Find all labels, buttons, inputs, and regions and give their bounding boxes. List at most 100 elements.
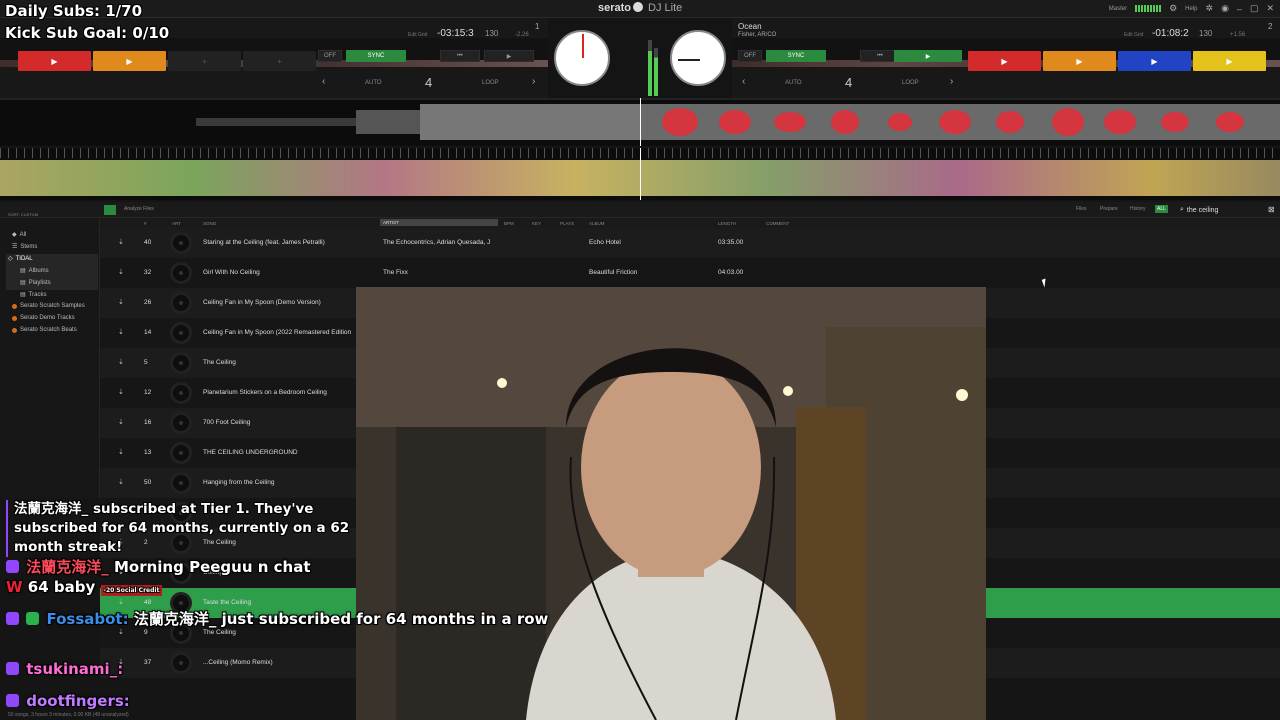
track-artist: The Echocentrics, Adrian Quesada, J	[383, 239, 491, 246]
list-view-button[interactable]	[104, 205, 116, 215]
search-input[interactable]: ⌕ the ceiling	[1180, 205, 1276, 215]
sort-label[interactable]: SORT: CUSTOM	[8, 212, 38, 217]
deck-right-off-button[interactable]: OFF	[738, 50, 762, 62]
chat-message: tsukinami_:	[6, 660, 123, 678]
col-key[interactable]: KEY	[532, 221, 541, 226]
sidebar-item-tidal[interactable]: ◇ TIDAL	[8, 255, 33, 263]
cue-pad-3[interactable]: ▶	[1118, 51, 1191, 71]
deck-left-bpm: 130	[485, 29, 499, 38]
track-number: 32	[144, 269, 152, 276]
table-row[interactable]: ⇣ 40 Staring at the Ceiling (feat. James P…	[100, 228, 1280, 258]
track-table-header: # ART SONG ARTIST BPM KEY PLAYS ALBUM LE…	[100, 218, 1280, 228]
col-plays[interactable]: PLAYS	[560, 221, 574, 226]
history-tab[interactable]: History	[1130, 206, 1146, 212]
col-bpm[interactable]: BPM	[504, 221, 514, 226]
analyze-files-button[interactable]: Analyze Files	[124, 206, 154, 212]
help-menu[interactable]: Help	[1185, 6, 1197, 12]
deck-left-waveform[interactable]	[0, 98, 1280, 146]
track-song: The Ceiling	[203, 359, 236, 366]
cue-pad-2[interactable]: ▶	[1043, 51, 1116, 71]
cue-pad-3[interactable]: +	[168, 51, 241, 71]
deck-right-waveform[interactable]	[0, 148, 1280, 200]
deck-right-time: -01:08:2	[1152, 28, 1189, 39]
clear-search-icon[interactable]: ⊠	[1268, 205, 1275, 214]
deck-left-loop-next[interactable]: ›	[532, 76, 535, 87]
deck-right-platter[interactable]	[670, 30, 726, 86]
cue-pad-1[interactable]: ▶	[18, 51, 91, 71]
master-level-meter	[1135, 5, 1162, 12]
deck-left-play-button[interactable]: ▶	[484, 50, 534, 62]
deck-left-loop-label[interactable]: LOOP	[482, 80, 499, 86]
minimize-icon[interactable]: –	[1237, 4, 1242, 14]
deck-right-title: Ocean	[738, 22, 762, 31]
track-song: Hanging from the Ceiling	[203, 479, 275, 486]
deck-left-platter[interactable]	[554, 30, 610, 86]
maximize-icon[interactable]: ▢	[1250, 3, 1259, 14]
files-tab[interactable]: Files	[1076, 206, 1087, 212]
deck-left-auto-label[interactable]: AUTO	[365, 80, 382, 86]
serato-dj-window: serato DJ Lite Master ⚙ Help ✲ ◉ – ▢ ✕ Ed…	[0, 0, 1280, 720]
chat-username[interactable]: Fossabot:	[46, 610, 128, 628]
close-icon[interactable]: ✕	[1266, 3, 1274, 14]
deck-right-loop-next[interactable]: ›	[950, 76, 953, 87]
deck-right-play-button[interactable]: ▶	[894, 50, 962, 62]
stream-chat: 法蘭克海洋_ subscribed at Tier 1. They've sub…	[0, 496, 548, 720]
search-all-toggle[interactable]: ALL	[1155, 205, 1168, 213]
deck-right-loop-label[interactable]: LOOP	[902, 80, 919, 86]
sidebar-item-playlists[interactable]: ▤ Playlists	[20, 279, 51, 287]
webcam-image	[356, 287, 986, 720]
deck-left-off-button[interactable]: OFF	[318, 50, 342, 62]
cue-pad-1[interactable]: ▶	[968, 51, 1041, 71]
track-song: THE CEILING UNDERGROUND	[203, 449, 298, 456]
deck-left-cue-button[interactable]: ⏮	[440, 50, 480, 62]
settings-icon[interactable]: ⚙	[1169, 3, 1177, 14]
mixer-section	[548, 18, 732, 98]
deck-right-auto-label[interactable]: AUTO	[785, 80, 802, 86]
cue-pad-2[interactable]: ▶	[93, 51, 166, 71]
sidebar-item-scratch-beats[interactable]: Serato Scratch Beats	[12, 327, 77, 333]
deck-left-loop-prev[interactable]: ‹	[322, 76, 325, 87]
deck-right-platter-marker	[678, 59, 700, 61]
level-meter-left	[648, 40, 652, 96]
tidal-icon: ◇	[8, 256, 13, 262]
sub-notification: 法蘭克海洋_ subscribed at Tier 1. They've sub…	[6, 500, 350, 557]
track-length: 03:35.00	[718, 239, 744, 246]
chat-username[interactable]: tsukinami_:	[26, 660, 123, 678]
deck-right-loop-prev[interactable]: ‹	[742, 76, 745, 87]
deck-right-sync-button[interactable]: SYNC	[766, 50, 826, 62]
deck-left-edit-grid[interactable]: Edit Grid	[408, 32, 427, 38]
col-comment[interactable]: COMMENT	[766, 221, 789, 226]
track-number: 5	[144, 359, 148, 366]
stream-icon: ⇣	[118, 329, 124, 336]
deck-right-cue-pads: ▶ ▶ ▶ ▶	[968, 51, 1266, 73]
col-album[interactable]: ALBUM	[589, 221, 605, 226]
album-art-icon	[170, 382, 192, 404]
col-song[interactable]: SONG	[203, 221, 216, 226]
cue-pad-4[interactable]: ▶	[1193, 51, 1266, 71]
sub-badge-icon	[6, 662, 19, 675]
track-song: Ceiling Fan in My Spoon (2022 Remastered…	[203, 329, 352, 336]
chat-username[interactable]: dootfingers:	[26, 692, 130, 710]
col-length[interactable]: LENGTH	[718, 221, 736, 226]
brand-name: serato	[598, 2, 632, 14]
account-icon[interactable]: ◉	[1221, 3, 1229, 14]
chat-username[interactable]: 法蘭克海洋_	[26, 558, 109, 576]
prepare-tab[interactable]: Prepare	[1100, 206, 1118, 212]
table-row[interactable]: ⇣ 32 Girl With No Ceiling The Fixx Beautiful…	[100, 258, 1280, 288]
app-brand: serato DJ Lite	[598, 2, 682, 14]
col-art[interactable]: ART	[172, 221, 181, 226]
deck-right-edit-grid[interactable]: Edit Grid	[1124, 32, 1143, 38]
gear-icon[interactable]: ✲	[1206, 3, 1214, 14]
sidebar-item-scratch-samples[interactable]: Serato Scratch Samples	[12, 303, 85, 309]
track-number: 14	[144, 329, 152, 336]
track-number: 13	[144, 449, 152, 456]
sidebar-item-tracks[interactable]: ▤ Tracks	[20, 291, 46, 299]
sidebar-item-albums[interactable]: ▤ Albums	[20, 267, 49, 275]
col-number[interactable]: #	[144, 221, 147, 226]
col-artist[interactable]: ARTIST	[380, 219, 498, 226]
sidebar-item-demo-tracks[interactable]: Serato Demo Tracks	[12, 315, 75, 321]
sidebar-item-stems[interactable]: ☰ Stems	[12, 243, 37, 251]
sidebar-item-all[interactable]: ◆ All	[12, 231, 26, 239]
cue-pad-4[interactable]: +	[243, 51, 316, 71]
deck-left-sync-button[interactable]: SYNC	[346, 50, 406, 62]
